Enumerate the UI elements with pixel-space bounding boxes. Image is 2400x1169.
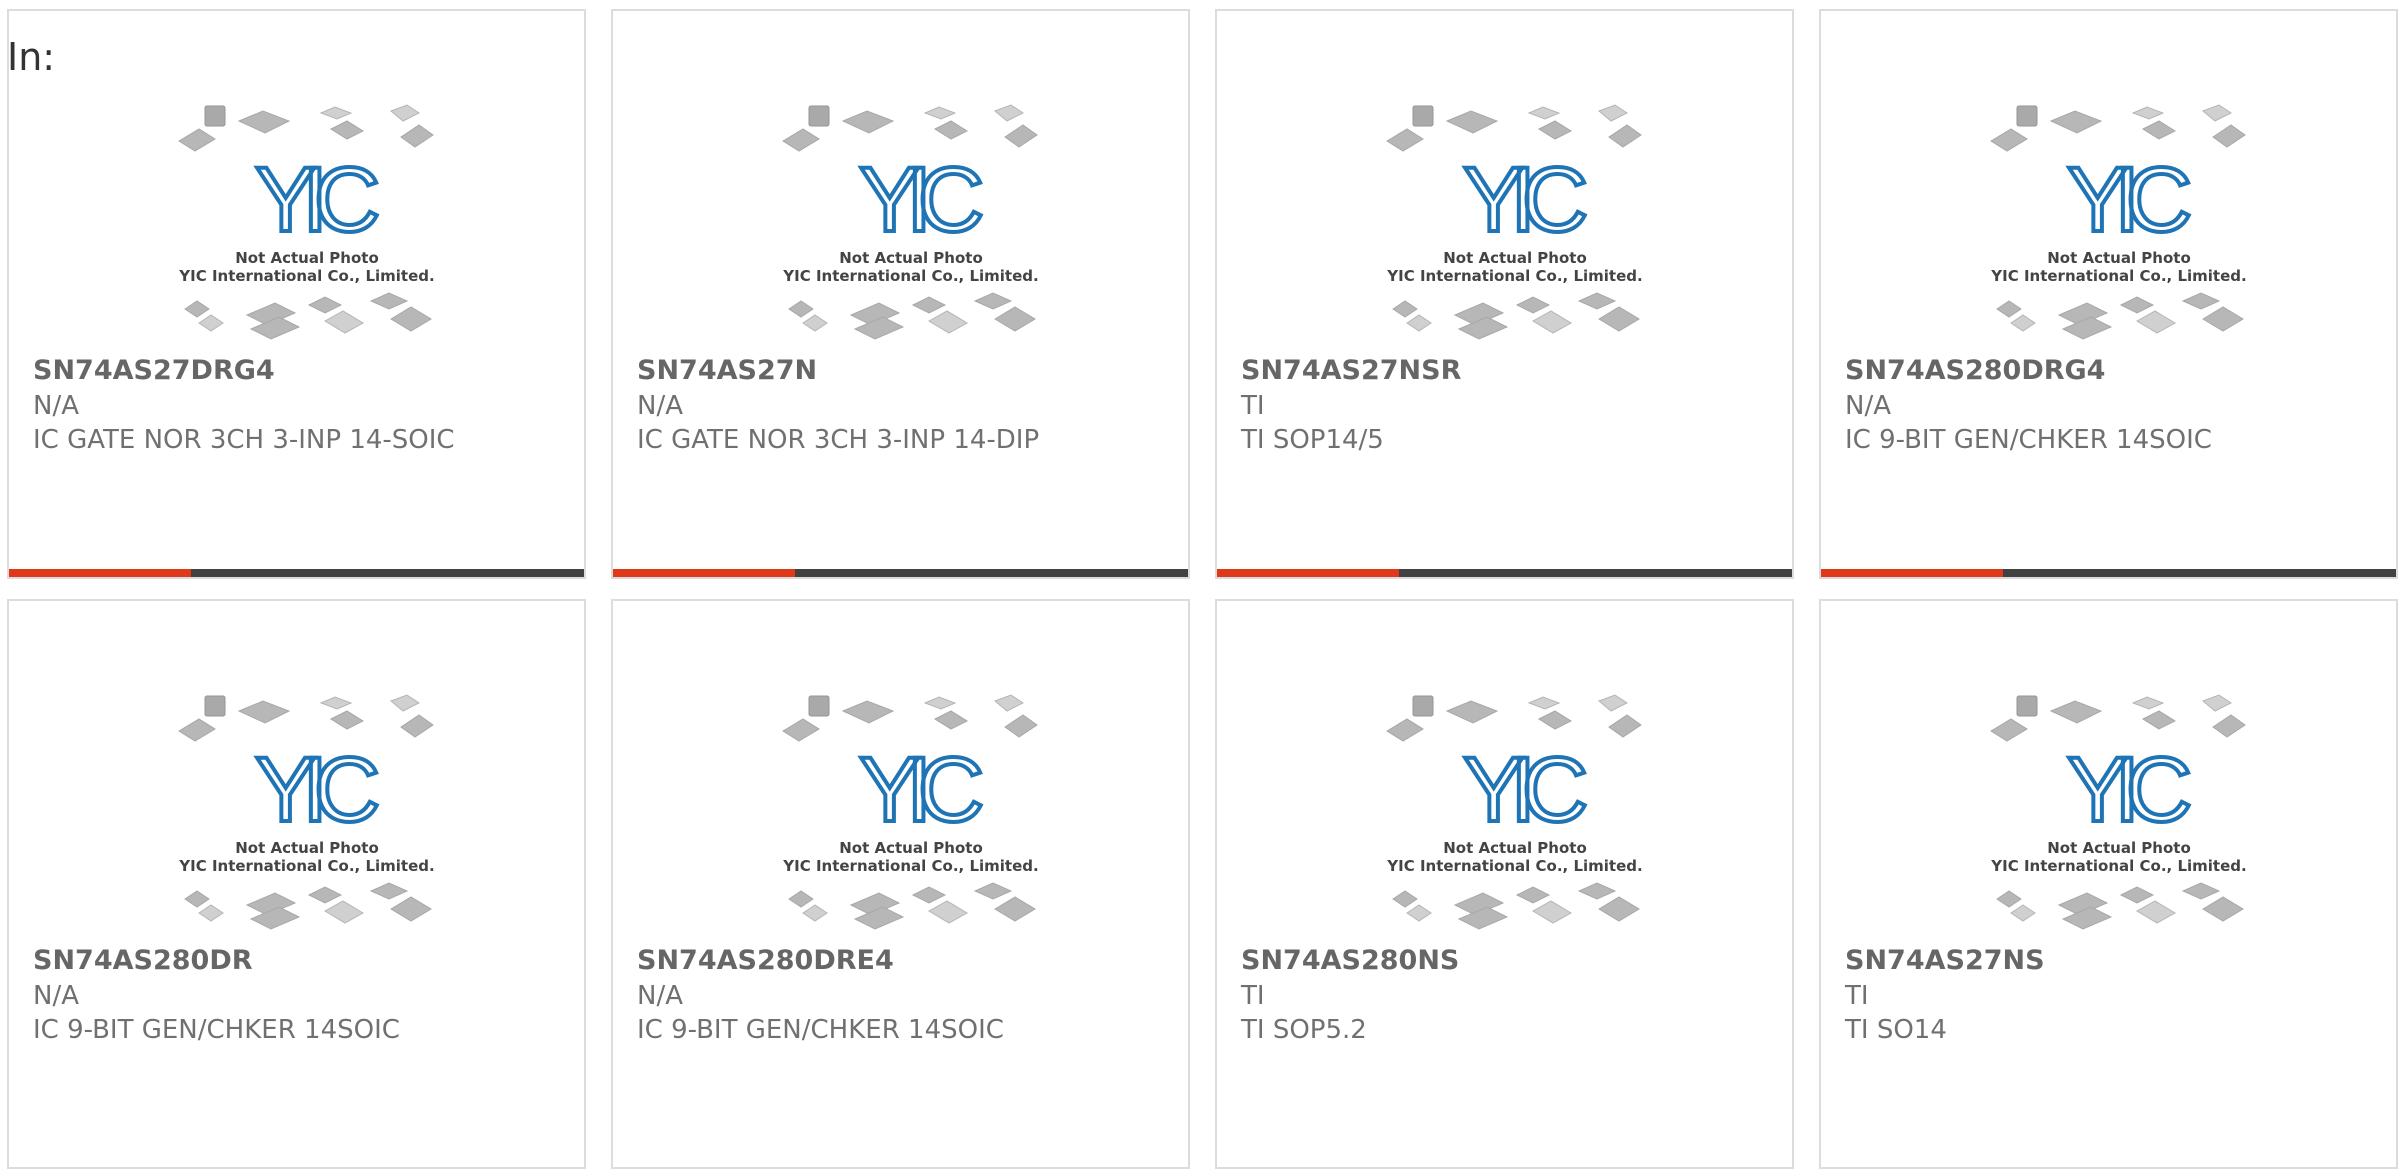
card-accent-fill	[613, 569, 795, 577]
product-placeholder-image[interactable]: YIC Not Actual Photo YIC International C…	[779, 101, 1043, 341]
product-card[interactable]: YIC Not Actual Photo YIC International C…	[7, 9, 586, 579]
description: IC 9-BIT GEN/CHKER 14SOIC	[1845, 425, 2212, 455]
card-accent-fill	[1821, 569, 2003, 577]
product-placeholder-image[interactable]: YIC Not Actual Photo YIC International C…	[1383, 691, 1647, 931]
company-caption: YIC International Co., Limited.	[1386, 267, 1642, 285]
yic-logo: YIC	[2067, 739, 2189, 841]
part-number[interactable]: SN74AS27NS	[1845, 945, 2045, 976]
card-accent-bar	[613, 569, 1188, 577]
product-placeholder-image[interactable]: YIC Not Actual Photo YIC International C…	[779, 691, 1043, 931]
chip-packages-top	[1990, 694, 2246, 742]
company-caption: YIC International Co., Limited.	[178, 267, 434, 285]
product-card[interactable]: YIC Not Actual Photo YIC International C…	[611, 599, 1190, 1169]
not-actual-photo-caption: Not Actual Photo	[1443, 249, 1587, 267]
yic-logo: YIC	[859, 739, 981, 841]
chip-packages-bottom	[184, 292, 432, 340]
product-card[interactable]: YIC Not Actual Photo YIC International C…	[611, 9, 1190, 579]
not-actual-photo-caption: Not Actual Photo	[839, 249, 983, 267]
part-number[interactable]: SN74AS27NSR	[1241, 355, 1461, 386]
part-number[interactable]: SN74AS280DRE4	[637, 945, 894, 976]
description: IC 9-BIT GEN/CHKER 14SOIC	[33, 1015, 400, 1045]
part-number[interactable]: SN74AS280DRG4	[1845, 355, 2105, 386]
product-placeholder-image[interactable]: YIC Not Actual Photo YIC International C…	[1383, 101, 1647, 341]
chip-packages-top	[1386, 104, 1642, 152]
product-card[interactable]: YIC Not Actual Photo YIC International C…	[1215, 599, 1794, 1169]
product-card[interactable]: YIC Not Actual Photo YIC International C…	[1819, 9, 2398, 579]
yic-logo: YIC	[859, 149, 981, 251]
description: TI SOP14/5	[1241, 425, 1384, 455]
manufacturer: TI	[1241, 981, 1265, 1011]
chip-packages-bottom	[788, 882, 1036, 930]
card-accent-bar	[1217, 569, 1792, 577]
yic-logo: YIC	[2067, 149, 2189, 251]
card-accent-fill	[1217, 569, 1399, 577]
chip-packages-top	[782, 694, 1038, 742]
chip-packages-bottom	[788, 292, 1036, 340]
description: TI SOP5.2	[1241, 1015, 1367, 1045]
company-caption: YIC International Co., Limited.	[1990, 267, 2246, 285]
description: TI SO14	[1845, 1015, 1947, 1045]
manufacturer: N/A	[1845, 391, 1891, 421]
chip-packages-bottom	[184, 882, 432, 930]
chip-packages-top	[178, 104, 434, 152]
not-actual-photo-caption: Not Actual Photo	[235, 839, 379, 857]
product-placeholder-image[interactable]: YIC Not Actual Photo YIC International C…	[175, 691, 439, 931]
chip-packages-top	[1386, 694, 1642, 742]
chip-packages-bottom	[1392, 292, 1640, 340]
product-card[interactable]: YIC Not Actual Photo YIC International C…	[7, 599, 586, 1169]
in-label: In:	[7, 35, 56, 79]
company-caption: YIC International Co., Limited.	[1990, 857, 2246, 875]
product-card[interactable]: YIC Not Actual Photo YIC International C…	[1215, 9, 1794, 579]
company-caption: YIC International Co., Limited.	[178, 857, 434, 875]
product-grid: YIC Not Actual Photo YIC International C…	[7, 9, 2400, 1169]
product-card[interactable]: YIC Not Actual Photo YIC International C…	[1819, 599, 2398, 1169]
chip-packages-top	[178, 694, 434, 742]
part-number[interactable]: SN74AS27N	[637, 355, 817, 386]
manufacturer: N/A	[637, 391, 683, 421]
manufacturer: N/A	[33, 391, 79, 421]
chip-packages-bottom	[1392, 882, 1640, 930]
card-accent-fill	[9, 569, 191, 577]
yic-logo: YIC	[255, 739, 377, 841]
not-actual-photo-caption: Not Actual Photo	[2047, 839, 2191, 857]
manufacturer: TI	[1845, 981, 1869, 1011]
part-number[interactable]: SN74AS280DR	[33, 945, 253, 976]
manufacturer: N/A	[637, 981, 683, 1011]
part-number[interactable]: SN74AS280NS	[1241, 945, 1459, 976]
description: IC GATE NOR 3CH 3-INP 14-DIP	[637, 425, 1040, 455]
company-caption: YIC International Co., Limited.	[1386, 857, 1642, 875]
company-caption: YIC International Co., Limited.	[782, 267, 1038, 285]
chip-packages-top	[782, 104, 1038, 152]
not-actual-photo-caption: Not Actual Photo	[1443, 839, 1587, 857]
product-placeholder-image[interactable]: YIC Not Actual Photo YIC International C…	[1987, 101, 2251, 341]
description: IC 9-BIT GEN/CHKER 14SOIC	[637, 1015, 1004, 1045]
yic-logo: YIC	[255, 149, 377, 251]
chip-packages-bottom	[1996, 882, 2244, 930]
not-actual-photo-caption: Not Actual Photo	[235, 249, 379, 267]
not-actual-photo-caption: Not Actual Photo	[839, 839, 983, 857]
product-placeholder-image[interactable]: YIC Not Actual Photo YIC International C…	[175, 101, 439, 341]
card-accent-bar	[9, 569, 584, 577]
manufacturer: N/A	[33, 981, 79, 1011]
yic-logo: YIC	[1463, 739, 1585, 841]
not-actual-photo-caption: Not Actual Photo	[2047, 249, 2191, 267]
product-placeholder-image[interactable]: YIC Not Actual Photo YIC International C…	[1987, 691, 2251, 931]
chip-packages-top	[1990, 104, 2246, 152]
company-caption: YIC International Co., Limited.	[782, 857, 1038, 875]
manufacturer: TI	[1241, 391, 1265, 421]
card-accent-bar	[1821, 569, 2396, 577]
description: IC GATE NOR 3CH 3-INP 14-SOIC	[33, 425, 455, 455]
chip-packages-bottom	[1996, 292, 2244, 340]
part-number[interactable]: SN74AS27DRG4	[33, 355, 275, 386]
yic-logo: YIC	[1463, 149, 1585, 251]
